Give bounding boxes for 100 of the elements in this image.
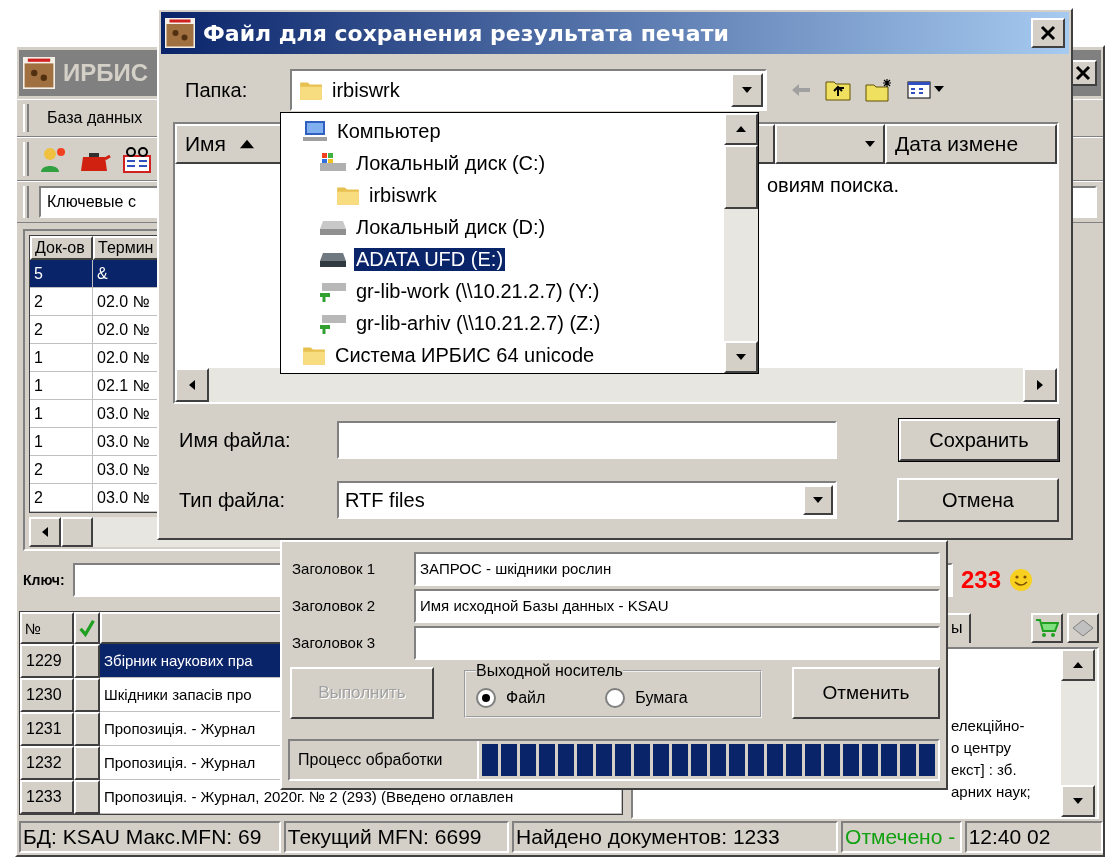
folder-item[interactable]: Компьютер	[335, 119, 443, 143]
arrow-icon	[1035, 380, 1045, 390]
folder-up-icon[interactable]	[825, 79, 851, 101]
column-header[interactable]: Док-ов	[30, 236, 93, 260]
table-cell[interactable]: 2	[30, 484, 93, 512]
folder-item[interactable]: Локальный диск (D:)	[354, 215, 548, 239]
status-text: Найдено документов: 1233	[512, 821, 839, 853]
close-icon	[1040, 25, 1056, 41]
table-cell[interactable]: 2	[30, 316, 93, 344]
new-folder-icon[interactable]	[865, 78, 893, 102]
folder-item[interactable]: gr-lib-arhiv (\\10.21.2.7) (Z:)	[354, 311, 603, 335]
folder-item[interactable]: ADATA UFD (E:)	[354, 247, 506, 271]
scroll-down-button[interactable]	[724, 341, 758, 373]
cancel-button[interactable]: Отменить	[792, 667, 940, 719]
scroll-up-button[interactable]	[1061, 649, 1095, 681]
user-add-icon[interactable]	[39, 145, 67, 173]
table-cell[interactable]: 1	[30, 428, 93, 456]
radio-option[interactable]: Файл	[476, 688, 546, 708]
close-button[interactable]	[1031, 18, 1065, 48]
found-count: 233	[960, 566, 1001, 594]
checkmark-icon	[79, 617, 95, 639]
status-text: Отмечено -	[841, 821, 962, 853]
dropdown-button[interactable]	[803, 485, 833, 515]
arrow-icon	[1073, 796, 1083, 806]
folder-item[interactable]: gr-lib-work (\\10.21.2.7) (Y:)	[354, 279, 602, 303]
view-menu-icon[interactable]	[907, 80, 947, 100]
mark-checkbox[interactable]	[74, 746, 100, 780]
scroll-thumb[interactable]	[61, 517, 93, 547]
table-cell[interactable]: 1	[30, 344, 93, 372]
row-number: 1232	[20, 746, 74, 780]
field-label: Тип файла:	[178, 488, 286, 512]
scroll-left-button[interactable]	[29, 517, 61, 547]
toolbar-grip[interactable]	[23, 142, 29, 176]
column-menu-button[interactable]	[775, 124, 885, 164]
column-header[interactable]: №	[20, 612, 74, 644]
folder-item[interactable]: Система ИРБИС 64 unicode	[333, 343, 597, 367]
field-label: Ключ:	[23, 572, 65, 588]
dropdown-button[interactable]	[731, 73, 763, 107]
column-header[interactable]: Дата измене	[885, 124, 1057, 164]
book-glasses-icon[interactable]	[121, 144, 153, 174]
save-button[interactable]: Сохранить	[899, 419, 1059, 461]
description-text: о центру	[951, 738, 1012, 758]
group-label: Выходной носитель	[476, 662, 623, 680]
file-name-field[interactable]	[337, 421, 837, 459]
arrow-icon	[813, 495, 823, 505]
status-text: БД: KSAU Макс.MFN: 69	[19, 821, 281, 853]
toolbar-grip[interactable]	[23, 186, 29, 218]
table-cell[interactable]: 2	[30, 456, 93, 484]
row-number: 1229	[20, 644, 74, 678]
smiley-icon	[1009, 568, 1033, 592]
arrow-icon	[742, 85, 752, 95]
field-label: Заголовок 1	[291, 560, 377, 577]
app-logo-icon	[23, 57, 55, 89]
folder-combo[interactable]: irbiswrk	[290, 69, 767, 111]
table-cell[interactable]: 2	[30, 288, 93, 316]
status-text: 12:40 02	[964, 821, 1103, 853]
column-header[interactable]	[74, 612, 100, 644]
scroll-thumb[interactable]	[724, 145, 758, 209]
cart-icon	[1035, 618, 1059, 638]
mark-checkbox[interactable]	[74, 712, 100, 746]
cart-button[interactable]	[1031, 613, 1063, 643]
arrow-icon	[736, 352, 746, 362]
arrow-icon	[736, 124, 746, 134]
toolbar-grip[interactable]	[23, 103, 29, 133]
mark-checkbox[interactable]	[74, 644, 100, 678]
field-label: Заголовок 3	[291, 634, 377, 651]
radio-option[interactable]: Бумага	[605, 688, 688, 708]
field-label: Имя файла:	[178, 428, 292, 452]
menu-item[interactable]: База данных	[39, 105, 151, 131]
field-label: Папка:	[184, 78, 249, 102]
mark-checkbox[interactable]	[74, 678, 100, 712]
scroll-down-button[interactable]	[1061, 785, 1095, 817]
heading-field[interactable]	[414, 625, 940, 660]
mark-checkbox[interactable]	[74, 780, 100, 814]
radio-button[interactable]	[476, 688, 496, 708]
description-text: елекційно-	[951, 716, 1025, 736]
scroll-right-button[interactable]	[1023, 368, 1057, 402]
heading-field[interactable]: Имя исходной Базы данных - KSAU	[414, 588, 940, 623]
heading-field[interactable]: ЗАПРОС - шкідники рослин	[414, 551, 940, 586]
folder-item[interactable]: irbiswrk	[367, 183, 439, 207]
folder-item[interactable]: Локальный диск (C:)	[354, 151, 548, 175]
description-text: арних наук;	[951, 782, 1031, 802]
arrow-icon	[865, 139, 875, 149]
row-number: 1231	[20, 712, 74, 746]
field-label: Заголовок 2	[291, 597, 377, 614]
description-text: екст] : зб.	[951, 760, 1017, 780]
computer-icon	[301, 119, 329, 143]
sort-arrow-icon	[239, 137, 254, 151]
table-cell[interactable]: 1	[30, 400, 93, 428]
row-number: 1230	[20, 678, 74, 712]
scroll-left-button[interactable]	[175, 368, 209, 402]
scroll-up-button[interactable]	[724, 113, 758, 145]
table-cell[interactable]: 5	[30, 260, 93, 288]
file-type-combo[interactable]: RTF files	[337, 481, 837, 519]
radio-button[interactable]	[605, 688, 626, 708]
progress-label: Процесс обработки	[290, 741, 479, 779]
arrow-icon	[1073, 660, 1083, 670]
table-cell[interactable]: 1	[30, 372, 93, 400]
cancel-button[interactable]: Отмена	[897, 478, 1059, 522]
window-title: Файл для сохранения результата печати	[203, 20, 730, 46]
